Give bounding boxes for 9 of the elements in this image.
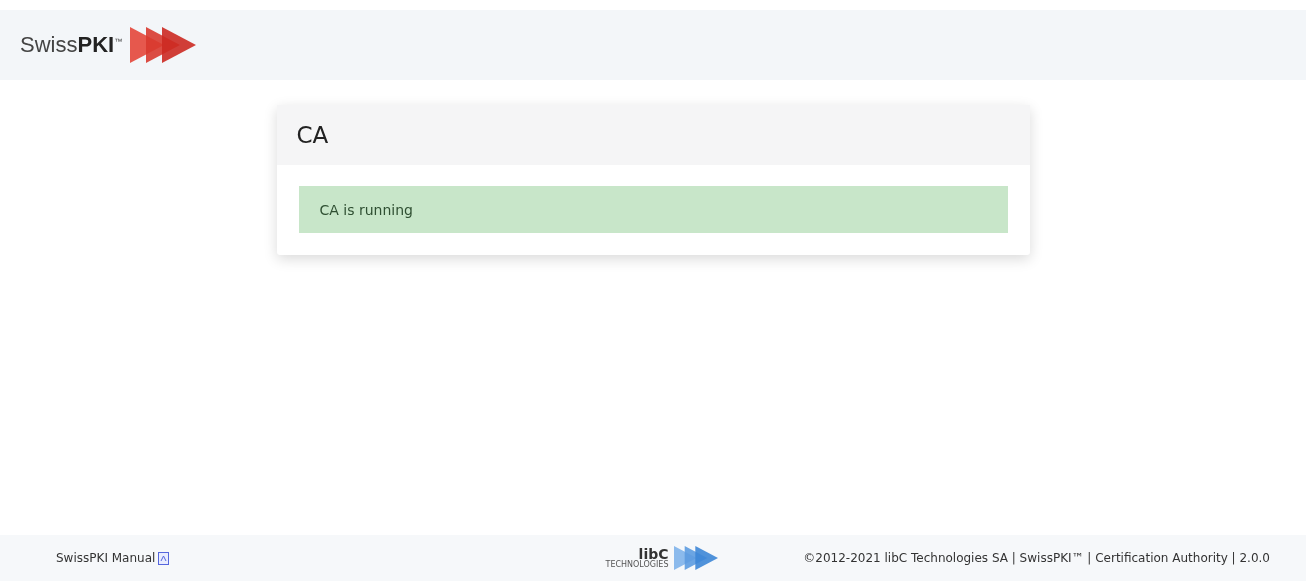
copyright-text: ©2012-2021 libC Technologies SA | SwissPKI™ | Certification Authority | 2.0.0	[803, 551, 1270, 565]
status-alert: CA is running	[298, 186, 1008, 233]
company-logo-subtitle: TECHNOLOGIES	[605, 561, 669, 569]
pdf-document-icon	[158, 551, 170, 565]
swisspki-logo-text: SwissPKI$^{™}$	[20, 32, 123, 58]
triple-arrow-logo-icon	[130, 27, 197, 63]
manual-link[interactable]: SwissPKI Manual	[56, 551, 606, 565]
company-logo-name: libC	[638, 547, 669, 561]
card-title: CA	[296, 122, 329, 148]
